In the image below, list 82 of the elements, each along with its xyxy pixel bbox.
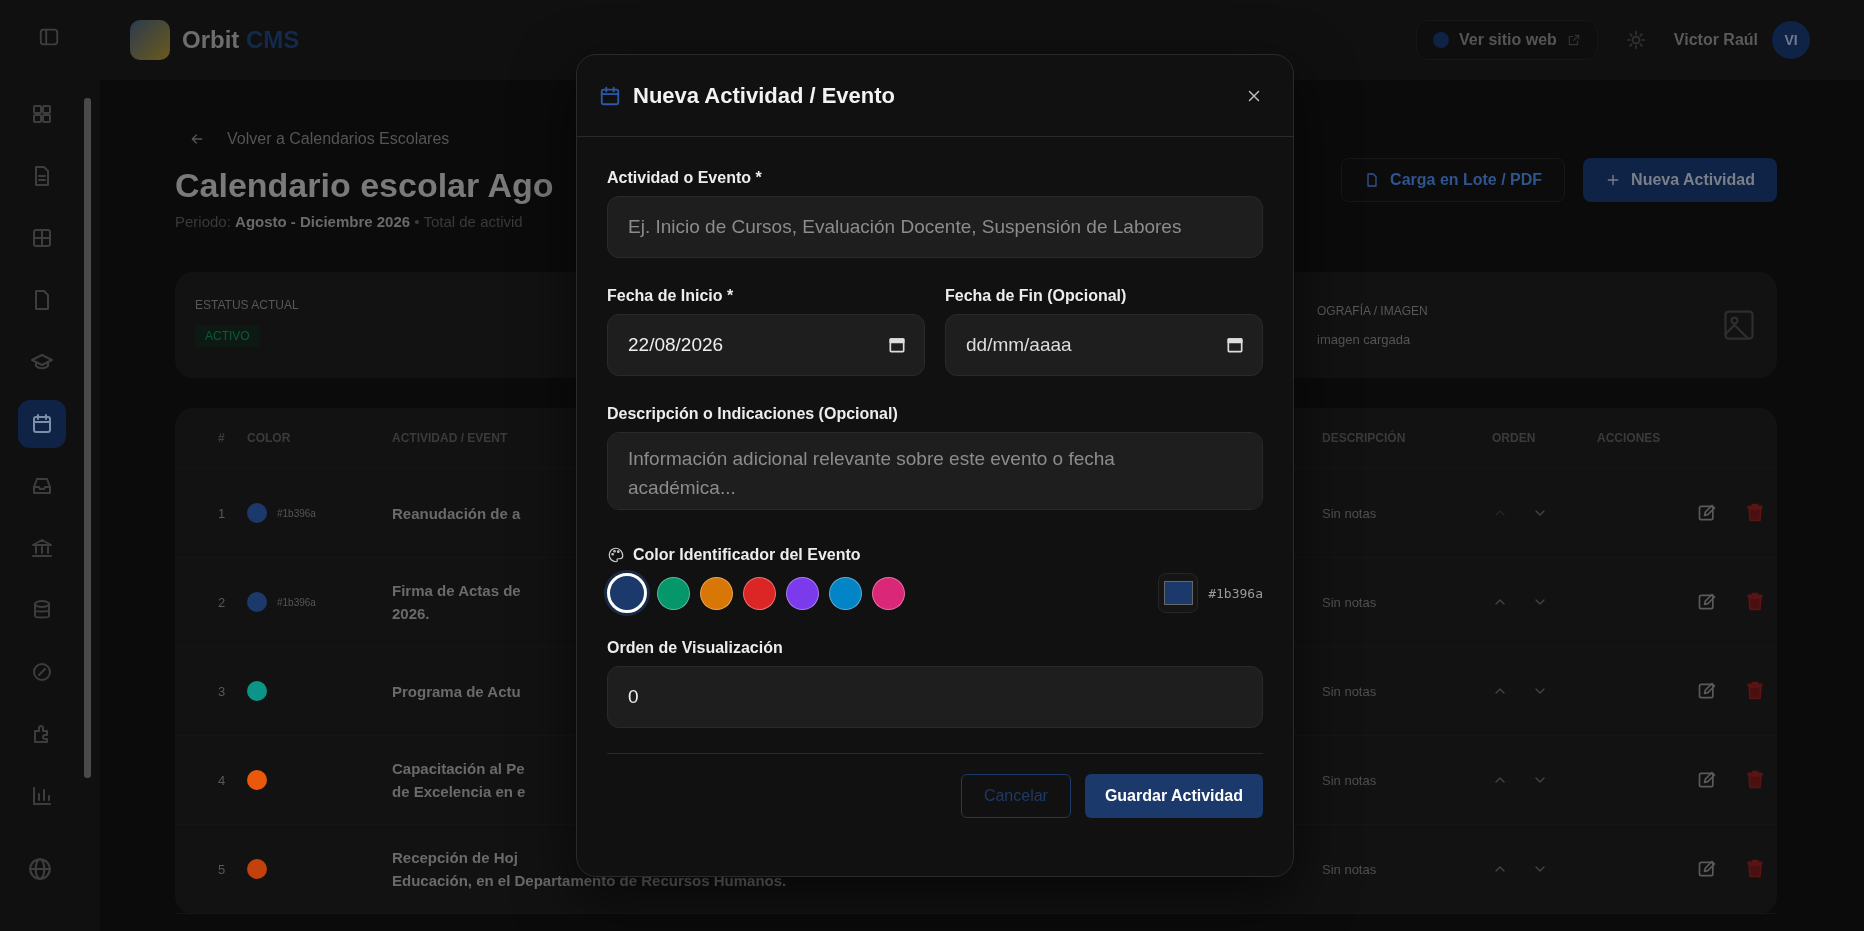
image-note: imagen cargada: [1317, 331, 1412, 347]
activity-input[interactable]: Ej. Inicio de Cursos, Evaluación Docente, Suspensión de Labores: [607, 196, 1263, 258]
description-textarea[interactable]: Información adicional relevante sobre este evento o fecha académica...: [607, 432, 1263, 510]
layout-icon[interactable]: [30, 226, 54, 250]
color-code: #1b396a: [277, 507, 316, 519]
page-title: Calendario escolar Ago: [175, 166, 554, 205]
external-link-icon: [1566, 33, 1581, 47]
description-text: Sin notas: [1322, 594, 1377, 610]
user-name[interactable]: Victor Raúl: [1673, 31, 1758, 49]
back-link[interactable]: Volver a Calendarios Escolares: [189, 130, 554, 148]
globe-icon[interactable]: [27, 856, 53, 882]
delete-icon[interactable]: [1745, 770, 1765, 790]
color-hex: #1b396a: [1208, 585, 1263, 601]
description-text: Sin notas: [1322, 683, 1377, 699]
color-swatch[interactable]: [607, 573, 647, 613]
activity-text: Firma de Actas de: [392, 582, 521, 599]
sidebar-item[interactable]: [18, 400, 66, 448]
palette-icon: [607, 546, 625, 564]
activity-text: Recepción de Hoj: [392, 849, 518, 866]
edit-icon[interactable]: [1697, 503, 1717, 523]
activity-text: Capacitación al Pe: [392, 760, 525, 777]
color-picker[interactable]: [1158, 573, 1199, 613]
color-swatch[interactable]: [700, 576, 733, 610]
date-field[interactable]: 22/08/2026: [607, 314, 925, 376]
activity-text: Programa de Actu: [392, 682, 521, 700]
row-number: 2: [218, 594, 226, 610]
order-input[interactable]: 0: [607, 666, 1263, 728]
field-label: Fecha de Inicio *: [607, 287, 735, 305]
scrollbar[interactable]: [84, 98, 91, 778]
color-swatch[interactable]: [872, 576, 905, 610]
field-label: Color Identificador del Evento: [633, 546, 861, 564]
compass-icon[interactable]: [30, 660, 54, 684]
color-code: #1b396a: [277, 596, 316, 608]
activity-text: Reanudación de a: [392, 504, 521, 522]
color-swatch[interactable]: [657, 576, 690, 610]
avatar[interactable]: VI: [1772, 21, 1810, 59]
site-link[interactable]: Ver sitio web: [1416, 20, 1598, 60]
row-number: 3: [218, 683, 226, 699]
description-text: Sin notas: [1322, 861, 1377, 877]
delete-icon[interactable]: [1745, 859, 1765, 879]
date-field[interactable]: dd/mm/aaaa: [945, 314, 1263, 376]
delete-icon[interactable]: [1745, 503, 1765, 523]
image-label: OGRAFÍA / IMAGEN: [1317, 303, 1428, 318]
new-activity-button[interactable]: Nueva Actividad: [1583, 158, 1777, 202]
modal-title: Nueva Actividad / Evento: [633, 82, 897, 109]
description-text: Sin notas: [1322, 772, 1377, 788]
status-badge: ACTIVO: [195, 325, 260, 347]
edit-icon[interactable]: [1697, 859, 1717, 879]
color-swatch[interactable]: [829, 576, 862, 610]
bank-icon[interactable]: [30, 536, 54, 560]
upload-button[interactable]: Carga en Lote / PDF: [1341, 158, 1566, 202]
status-label: ESTATUS ACTUAL: [195, 298, 299, 312]
row-number: 5: [218, 861, 226, 877]
activity-text: 2026.: [392, 605, 430, 622]
sidebar-toggle-icon[interactable]: [38, 26, 60, 48]
field-label: Fecha de Fin (Opcional): [945, 287, 1128, 305]
back-arrow-icon: [189, 131, 205, 147]
save-button[interactable]: Guardar Actividad: [1084, 774, 1263, 818]
delete-icon[interactable]: [1745, 592, 1765, 612]
delete-icon[interactable]: [1745, 681, 1765, 701]
row-number: 1: [218, 505, 226, 521]
field-label: Orden de Visualización: [607, 639, 784, 657]
bar-chart-icon[interactable]: [30, 784, 54, 808]
grid-icon[interactable]: [30, 102, 54, 126]
field-label: Descripción o Indicaciones (Opcional): [607, 405, 899, 423]
calendar-icon: [599, 84, 621, 107]
logo-icon: [130, 20, 170, 60]
column-header: #: [218, 431, 225, 445]
activity-text: de Excelencia en e: [392, 783, 526, 800]
theme-icon[interactable]: [1625, 30, 1646, 50]
row-number: 4: [218, 772, 226, 788]
brand-name: Orbit CMS: [182, 26, 300, 54]
image-icon: [1721, 307, 1757, 343]
description-text: Sin notas: [1322, 505, 1377, 521]
color-swatch[interactable]: [743, 576, 776, 610]
calendar-icon[interactable]: [1225, 335, 1245, 355]
field-label: Actividad o Evento *: [607, 169, 763, 187]
edit-icon[interactable]: [1697, 770, 1717, 790]
edit-icon[interactable]: [1697, 592, 1717, 612]
edit-icon[interactable]: [1697, 681, 1717, 701]
calendar-icon[interactable]: [887, 335, 907, 355]
color-swatch[interactable]: [786, 576, 819, 610]
